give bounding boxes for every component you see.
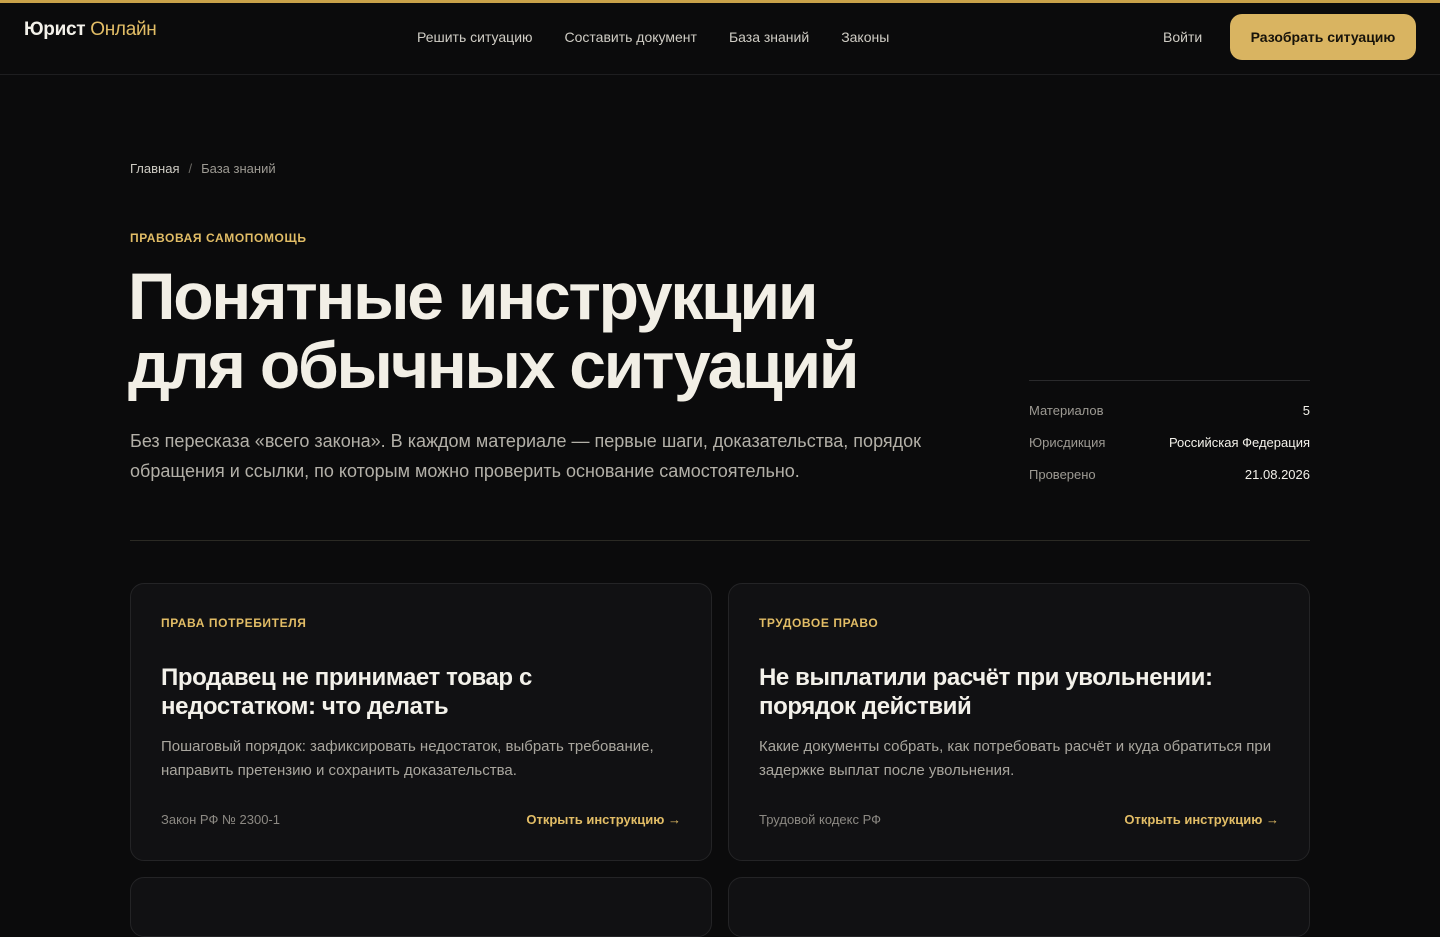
- site-header: Юрист Онлайн Решить ситуацию Составить д…: [0, 3, 1440, 75]
- section-divider: [130, 540, 1310, 541]
- card-source: Закон РФ № 2300-1: [161, 812, 280, 827]
- card-category: Права потребителя: [161, 616, 307, 630]
- card-description: Пошаговый порядок: зафиксировать недоста…: [161, 738, 654, 779]
- article-card-partial[interactable]: [728, 877, 1310, 937]
- page-title: Понятные инструкции для обычных ситуаций: [128, 262, 948, 400]
- meta-key: Юрисдикция: [1029, 435, 1106, 450]
- analyze-situation-button[interactable]: Разобрать ситуацию: [1230, 14, 1416, 60]
- card-category: Трудовое право: [759, 616, 879, 630]
- nav-compose-document[interactable]: Составить документ: [565, 29, 697, 45]
- main-nav: Решить ситуацию Составить документ База …: [417, 29, 889, 45]
- breadcrumb-home[interactable]: Главная: [130, 161, 179, 176]
- meta-value: 21.08.2026: [1244, 467, 1310, 482]
- meta-value: Российская Федерация: [1168, 435, 1310, 450]
- meta-row-verified: Проверено 21.08.2026: [1029, 467, 1310, 499]
- page-title-line2: для обычных ситуаций: [128, 328, 859, 402]
- card-title[interactable]: Не выплатили расчёт при увольнении: поря…: [759, 663, 1259, 721]
- site-logo[interactable]: Юрист Онлайн: [24, 19, 157, 41]
- nav-solve-situation[interactable]: Решить ситуацию: [417, 29, 533, 45]
- open-instruction-link[interactable]: Открыть инструкцию →: [1124, 812, 1279, 827]
- breadcrumb: Главная / База знаний: [130, 161, 276, 176]
- hero-eyebrow: Правовая самопомощь: [130, 231, 307, 245]
- nav-laws[interactable]: Законы: [841, 29, 889, 45]
- article-card-partial[interactable]: [130, 877, 712, 937]
- card-source: Трудовой кодекс РФ: [759, 812, 881, 827]
- article-card-labor[interactable]: Трудовое право Не выплатили расчёт при у…: [728, 583, 1310, 861]
- breadcrumb-separator: /: [188, 161, 193, 176]
- breadcrumb-current: База знаний: [201, 161, 276, 176]
- hero-lead: Без пересказа «всего закона». В каждом м…: [130, 431, 922, 481]
- card-title[interactable]: Продавец не принимает товар с недостатко…: [161, 663, 661, 721]
- meta-key: Проверено: [1029, 467, 1096, 482]
- meta-row-materials: Материалов 5: [1029, 403, 1310, 435]
- meta-panel: Материалов 5 Юрисдикция Российская Федер…: [1029, 380, 1310, 499]
- page-title-line1: Понятные инструкции: [128, 259, 818, 333]
- article-card-consumer[interactable]: Права потребителя Продавец не принимает …: [130, 583, 712, 861]
- login-link[interactable]: Войти: [1163, 29, 1202, 45]
- logo-accent: Онлайн: [90, 19, 157, 40]
- meta-value: 5: [1302, 403, 1310, 418]
- card-description: Какие документы собрать, как потребовать…: [759, 738, 1272, 779]
- meta-row-jurisdiction: Юрисдикция Российская Федерация: [1029, 435, 1310, 467]
- open-instruction-link[interactable]: Открыть инструкцию →: [526, 812, 681, 827]
- nav-knowledge-base[interactable]: База знаний: [729, 29, 809, 45]
- logo-main: Юрист: [24, 19, 86, 40]
- meta-key: Материалов: [1029, 403, 1104, 418]
